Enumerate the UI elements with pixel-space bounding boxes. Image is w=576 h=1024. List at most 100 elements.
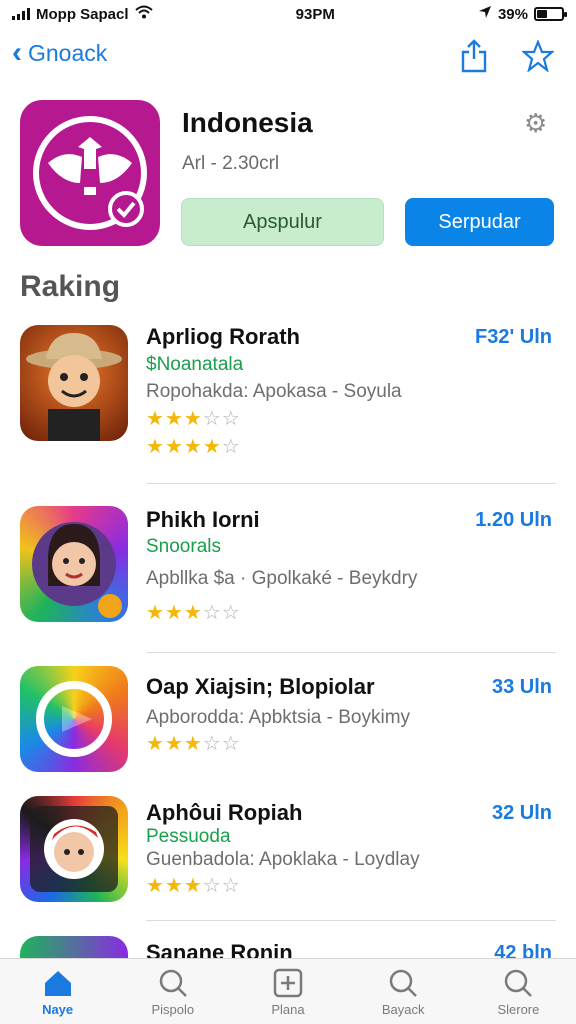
home-icon — [41, 966, 75, 1000]
battery-percent: 39% — [497, 5, 528, 23]
divider — [146, 652, 556, 653]
star-filled-icon: ★ — [164, 875, 184, 897]
star-filled-icon: ★ — [164, 408, 184, 430]
item-price[interactable]: F32' Uln — [475, 326, 552, 349]
nav-bar: ‹ Gnoack — [0, 30, 576, 82]
star-outline-icon[interactable] — [520, 38, 556, 74]
item-tag: Snoorals — [146, 536, 221, 557]
search-icon — [156, 966, 190, 1000]
search-icon — [386, 966, 420, 1000]
back-button[interactable]: ‹ Gnoack — [12, 38, 107, 68]
star-filled-icon: ★ — [183, 875, 203, 897]
back-label: Gnoack — [28, 39, 108, 66]
star-filled-icon: ★ — [146, 602, 165, 624]
list-item[interactable]: Oap Xiajsin; Blopiolar 33 Uln Apborodda:… — [0, 664, 576, 784]
item-price[interactable]: 32 Uln — [492, 802, 552, 825]
item-title: Oap Xiajsin; Blopiolar — [146, 674, 375, 699]
star-filled-icon: ★ — [146, 436, 165, 458]
app-thumbnail — [20, 936, 128, 958]
item-price[interactable]: 42 bln — [494, 942, 552, 958]
tab-pispolo[interactable]: Pispolo — [115, 959, 230, 1024]
star-filled-icon: ★ — [146, 875, 165, 897]
battery-icon — [533, 7, 567, 21]
star-rating: ★★★☆☆ — [146, 731, 241, 756]
app-thumbnail — [20, 325, 128, 441]
star-empty-icon: ☆ — [202, 408, 222, 430]
tab-label: Plana — [271, 1002, 305, 1017]
section-title: Raking — [20, 270, 121, 303]
list-item[interactable]: Sanane Ronin 42 bln — [0, 936, 576, 958]
app-thumbnail — [20, 666, 128, 772]
tab-bayack[interactable]: Bayack — [346, 959, 461, 1024]
star-empty-icon: ☆ — [221, 436, 241, 458]
divider — [146, 483, 556, 484]
item-meta: Apbllka $a · Gpolkaké - Beykdry — [146, 568, 418, 589]
star-rating: ★★★☆☆ — [146, 406, 241, 431]
share-icon[interactable] — [456, 38, 492, 74]
star-empty-icon: ☆ — [221, 408, 241, 430]
star-filled-icon: ★ — [202, 436, 222, 458]
signal-icon — [12, 8, 30, 20]
star-empty-icon: ☆ — [221, 733, 241, 755]
secondary-action-button[interactable]: Serpudar — [405, 198, 554, 246]
carrier-label: Mopp Sapacl — [36, 5, 129, 23]
star-filled-icon: ★ — [164, 733, 184, 755]
search-icon — [501, 966, 535, 1000]
star-empty-icon: ☆ — [202, 733, 222, 755]
tab-label: Naye — [42, 1002, 74, 1017]
status-right: 39% — [478, 5, 567, 23]
star-filled-icon: ★ — [183, 408, 203, 430]
app-subtitle: Arl - 2.30crl — [182, 153, 280, 174]
plus-square-icon — [271, 966, 305, 1000]
star-empty-icon: ☆ — [221, 602, 241, 624]
item-tag: $Noanatala — [146, 354, 244, 375]
tab-home[interactable]: Naye — [0, 959, 115, 1024]
star-filled-icon: ★ — [164, 602, 184, 624]
tab-plana[interactable]: Plana — [230, 959, 345, 1024]
app-thumbnail — [20, 796, 128, 902]
status-bar: Mopp Sapacl 93PM 39% — [0, 0, 576, 28]
tab-bar: Naye Pispolo Plana Bayack Slerore — [0, 958, 576, 1024]
star-filled-icon: ★ — [183, 602, 203, 624]
app-icon — [20, 100, 160, 246]
star-filled-icon: ★ — [164, 436, 184, 458]
star-filled-icon: ★ — [146, 733, 165, 755]
item-meta: Apborodda: Apbktsia - Boykimy — [146, 707, 411, 728]
app-title: Indonesia — [182, 107, 313, 138]
star-empty-icon: ☆ — [202, 875, 222, 897]
star-empty-icon: ☆ — [202, 602, 222, 624]
list-item[interactable]: Aprliog Rorath F32' Uln $Noanatala Ropoh… — [0, 322, 576, 458]
tab-label: Slerore — [497, 1002, 540, 1017]
app-thumbnail — [20, 506, 128, 622]
gear-icon[interactable]: ⚙ — [524, 108, 547, 139]
chevron-left-icon: ‹ — [12, 36, 22, 69]
tab-label: Pispolo — [151, 1002, 195, 1017]
location-arrow-icon — [478, 5, 492, 23]
star-empty-icon: ☆ — [221, 875, 241, 897]
item-meta: Guenbadola: Apoklaka - Loydlay — [146, 849, 420, 870]
item-price[interactable]: 33 Uln — [492, 676, 552, 699]
status-left: Mopp Sapacl — [12, 5, 153, 23]
clock: 93PM — [295, 5, 335, 23]
item-meta: Ropohakda: Apokasa - Soyula — [146, 381, 402, 402]
list-item[interactable]: Aphôui Ropiah 32 Uln Pessuoda Guenbadola… — [0, 796, 576, 916]
list-item[interactable]: Phikh Iorni 1.20 Uln Snoorals Apbllka $a… — [0, 505, 576, 635]
divider — [146, 920, 556, 921]
battery-fill — [536, 10, 548, 18]
item-title: Sanane Ronin — [146, 940, 293, 958]
wifi-icon — [134, 5, 153, 23]
star-filled-icon: ★ — [146, 408, 165, 430]
item-title: Aprliog Rorath — [146, 324, 300, 349]
item-price[interactable]: 1.20 Uln — [475, 509, 552, 532]
star-rating: ★★★★☆ — [146, 434, 241, 459]
item-title: Phikh Iorni — [146, 507, 260, 532]
tab-slerore[interactable]: Slerore — [461, 959, 576, 1024]
primary-action-button[interactable]: Apspulur — [181, 198, 384, 246]
star-filled-icon: ★ — [183, 733, 203, 755]
item-title: Aphôui Ropiah — [146, 800, 303, 825]
star-rating: ★★★☆☆ — [146, 600, 241, 625]
item-tag: Pessuoda — [146, 826, 231, 847]
star-filled-icon: ★ — [183, 436, 203, 458]
star-rating: ★★★☆☆ — [146, 873, 241, 898]
tab-label: Bayack — [381, 1002, 425, 1017]
